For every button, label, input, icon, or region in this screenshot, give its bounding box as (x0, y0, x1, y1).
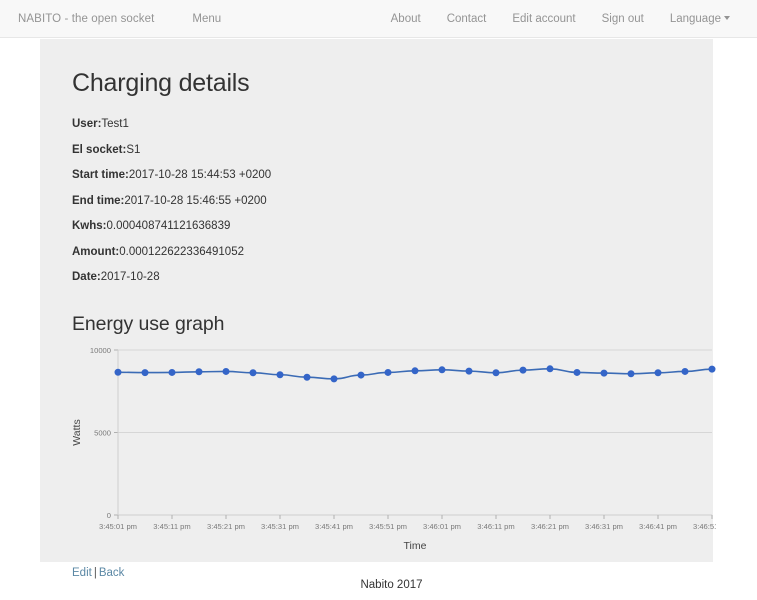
nav-link-about[interactable]: About (378, 13, 434, 25)
detail-row-user: User:Test1 (72, 112, 697, 138)
detail-value-user: Test1 (101, 118, 129, 130)
series-point[interactable] (438, 365, 446, 373)
detail-row-start-time: Start time:2017-10-28 15:44:53 +0200 (72, 163, 697, 189)
menu-link[interactable]: Menu (186, 13, 227, 25)
link-separator: | (93, 566, 97, 579)
brand-link[interactable]: NABITO - the open socket (12, 13, 160, 25)
detail-row-date: Date:2017-10-28 (72, 265, 697, 291)
series-point[interactable] (411, 366, 419, 374)
detail-label-date: Date: (72, 271, 101, 284)
chevron-down-icon (724, 16, 730, 21)
nav-dropdown-language[interactable]: Language (657, 13, 743, 25)
series-point[interactable] (600, 369, 608, 377)
y-tick-label: 10000 (90, 346, 111, 355)
top-navbar: NABITO - the open socket Menu About Cont… (0, 0, 757, 38)
detail-value-date: 2017-10-28 (100, 271, 160, 284)
detail-label-end-time: End time: (72, 194, 125, 207)
detail-value-start-time: 2017-10-28 15:44:53 +0200 (128, 169, 272, 182)
nav-link-language-label: Language (669, 12, 721, 25)
series-point[interactable] (303, 373, 311, 381)
action-links: Edit | Back (72, 567, 697, 579)
x-tick-label: 3:46:21 pm (531, 522, 569, 531)
series-point[interactable] (357, 371, 365, 379)
y-tick-label: 0 (107, 511, 111, 520)
series-point[interactable] (330, 374, 338, 382)
energy-use-chart: 0 5000 10000 3:45:01 pm 3:45:11 pm 3:45:21 pm… (66, 342, 716, 567)
y-tick-label: 5000 (94, 428, 111, 437)
detail-value-amount: 0.000122622336491052 (119, 245, 244, 258)
x-tick-label: 3:46:41 pm (639, 522, 677, 531)
y-axis-title: Watts (71, 419, 83, 445)
detail-row-kwhs: Kwhs:0.000408741121636839 (72, 214, 697, 240)
series-point[interactable] (492, 368, 500, 376)
series-point[interactable] (222, 367, 230, 375)
x-tick-label: 3:45:51 pm (369, 522, 407, 531)
chart-section-title: Energy use graph (72, 312, 225, 335)
x-tick-label: 3:45:11 pm (153, 522, 190, 531)
series-point[interactable] (627, 369, 635, 377)
detail-value-kwhs: 0.000408741121636839 (106, 220, 231, 233)
series-point[interactable] (708, 365, 716, 373)
x-tick-label: 3:45:31 pm (261, 522, 299, 531)
detail-label-el-socket: El socket: (72, 143, 127, 156)
page-title: Charging details (72, 69, 250, 97)
series-point[interactable] (519, 366, 527, 374)
navbar-left-group: NABITO - the open socket Menu (12, 13, 227, 25)
x-tick-label: 3:46:51 pm (693, 522, 716, 531)
detail-label-start-time: Start time: (72, 169, 129, 182)
series-point[interactable] (114, 368, 122, 376)
edit-link[interactable]: Edit (72, 567, 92, 579)
series-point[interactable] (384, 368, 392, 376)
page-container: Charging details User:Test1 El socket:S1… (40, 39, 716, 591)
series-point[interactable] (681, 367, 689, 375)
detail-label-amount: Amount: (72, 245, 120, 258)
nav-link-sign-out[interactable]: Sign out (589, 13, 657, 25)
x-tick-label: 3:46:31 pm (585, 522, 623, 531)
energy-use-chart-svg: 0 5000 10000 3:45:01 pm 3:45:11 pm 3:45:21 pm… (71, 346, 716, 552)
x-tick-label: 3:46:01 pm (423, 522, 461, 531)
detail-row-end-time: End time:2017-10-28 15:46:55 +0200 (72, 189, 697, 215)
series-point[interactable] (654, 368, 662, 376)
detail-value-el-socket: S1 (126, 143, 141, 156)
page-footer: Nabito 2017 (360, 578, 423, 591)
detail-row-el-socket: El socket:S1 (72, 138, 697, 164)
detail-label-user: User: (72, 118, 102, 130)
series-point[interactable] (276, 370, 284, 378)
series-point[interactable] (195, 367, 203, 375)
x-tick-label: 3:45:01 pm (99, 522, 137, 531)
detail-label-kwhs: Kwhs: (72, 220, 107, 233)
series-point[interactable] (573, 368, 581, 376)
series-point[interactable] (141, 368, 149, 376)
series-point[interactable] (465, 367, 473, 375)
detail-value-end-time: 2017-10-28 15:46:55 +0200 (124, 194, 267, 207)
x-tick-label: 3:45:21 pm (207, 522, 245, 531)
back-link[interactable]: Back (99, 567, 125, 579)
series-point[interactable] (249, 368, 257, 376)
detail-row-amount: Amount:0.000122622336491052 (72, 240, 697, 266)
series-point[interactable] (546, 364, 554, 372)
nav-link-contact[interactable]: Contact (434, 13, 500, 25)
navbar-right-group: About Contact Edit account Sign out Lang… (378, 13, 757, 25)
series-point[interactable] (168, 368, 176, 376)
x-tick-label: 3:45:41 pm (315, 522, 353, 531)
x-tick-label: 3:46:11 pm (477, 522, 514, 531)
nav-link-edit-account[interactable]: Edit account (499, 13, 588, 25)
x-axis-title: Time (404, 540, 427, 552)
